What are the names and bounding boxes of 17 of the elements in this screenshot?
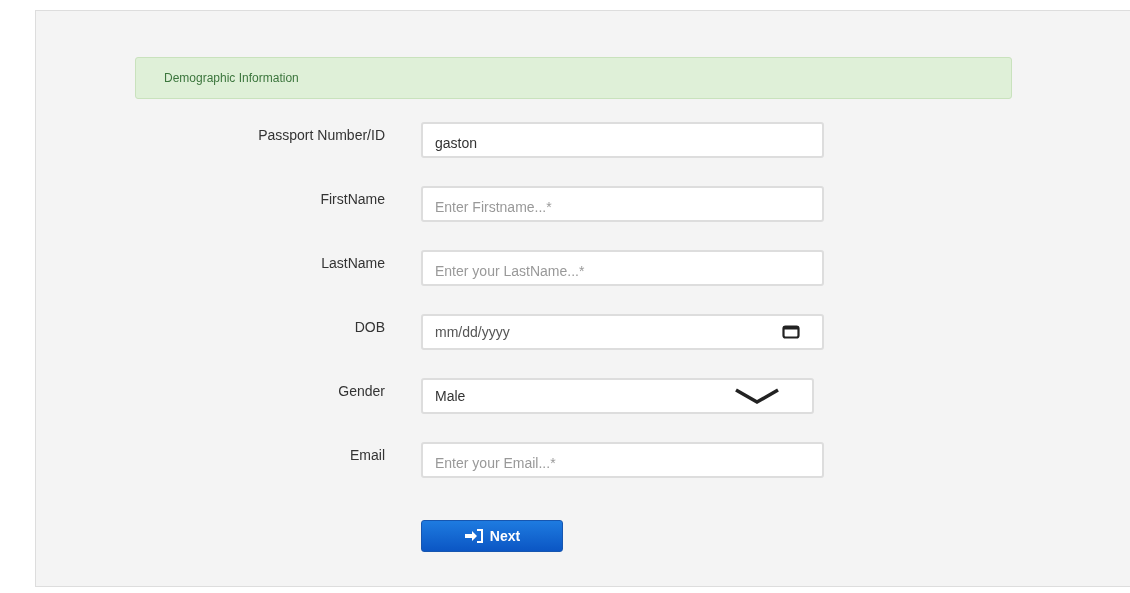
field-label: Gender — [338, 383, 385, 399]
field-label: FirstName — [320, 191, 385, 207]
field-label: Passport Number/ID — [258, 127, 385, 143]
field-label: DOB — [354, 319, 385, 335]
input-field[interactable]: Enter Firstname...* — [421, 186, 824, 222]
gender-dropdown[interactable]: Male — [421, 378, 814, 414]
field-label: LastName — [321, 255, 385, 271]
date-field[interactable]: mm/dd/yyyy — [421, 314, 824, 350]
input-field[interactable]: Enter your LastName...* — [421, 250, 824, 286]
field-label: Email — [350, 447, 385, 463]
chevron-down-icon — [734, 387, 780, 405]
input-field[interactable]: gaston — [421, 122, 824, 158]
section-heading: Demographic Information — [135, 57, 1012, 99]
calendar-icon — [782, 325, 800, 339]
next-button[interactable]: Next — [421, 520, 563, 552]
input-field[interactable]: Enter your Email...* — [421, 442, 824, 478]
sign-in-icon — [463, 529, 484, 543]
